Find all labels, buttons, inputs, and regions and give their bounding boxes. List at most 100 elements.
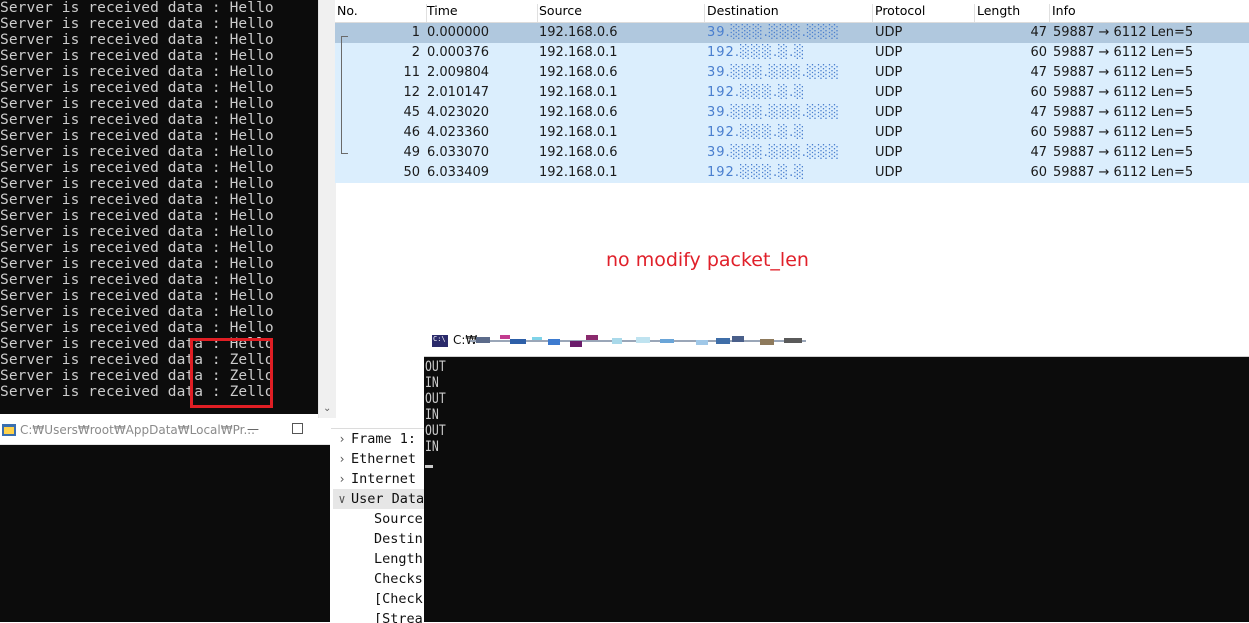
packet-cell-length: 60 [1030, 45, 1047, 60]
console3-body: OUT IN OUT IN OUT IN [424, 357, 1249, 622]
console-line-payload: Hello [229, 176, 274, 192]
console-line-prefix: Server is received data : [0, 304, 230, 320]
console-app-icon [2, 424, 16, 436]
packet-cell-time: 6.033409 [427, 165, 490, 180]
console-line-payload: Hello [229, 224, 274, 240]
detail-tree-item[interactable]: [Strea [374, 609, 424, 623]
chevron-right-icon[interactable]: › [333, 449, 351, 469]
console-line: Server is received data : Hello [0, 160, 318, 176]
console-line-prefix: Server is received data : [0, 48, 230, 64]
detail-tree-label: Frame 1: [351, 431, 417, 447]
packet-details-pane: › Frame 1: › Ethernet › Internet ∨ User Data Sou… [331, 428, 424, 623]
packet-row[interactable]: 45 4.023020 192.168.0.6 39.░░░.░░░.░░░ UDP 47… [335, 103, 1249, 123]
packet-cell-protocol: UDP [875, 65, 903, 80]
zello-highlight-box [190, 338, 273, 408]
detail-tree-item[interactable]: › Frame 1: [333, 429, 424, 449]
detail-tree-item[interactable]: › Internet [333, 469, 424, 489]
packet-cell-info: 59887 → 6112 Len=5 [1053, 105, 1194, 120]
packet-row[interactable]: 2 0.000376 192.168.0.1 192.░░░.░.░ UDP 60 5988… [335, 43, 1249, 63]
packet-cell-destination: 39.░░░.░░░.░░░ [707, 65, 840, 80]
detail-tree-item[interactable]: Checks [374, 569, 424, 589]
detail-tree-item[interactable]: ∨ User Data [333, 489, 424, 509]
detail-tree-label: Source [374, 511, 423, 527]
packet-cell-source: 192.168.0.6 [539, 25, 618, 40]
packet-cell-time: 2.009804 [427, 65, 490, 80]
packet-cell-info: 59887 → 6112 Len=5 [1053, 165, 1194, 180]
detail-tree-label: Destin [374, 531, 423, 547]
packet-row[interactable]: 49 6.033070 192.168.0.6 39.░░░.░░░.░░░ UDP 47… [335, 143, 1249, 163]
packet-cell-protocol: UDP [875, 105, 903, 120]
console-line-payload: Hello [229, 304, 274, 320]
packet-cell-length: 47 [1030, 65, 1047, 80]
console-line-prefix: Server is received data : [0, 208, 230, 224]
packet-cell-source: 192.168.0.1 [539, 125, 618, 140]
column-header-protocol[interactable]: Protocol [873, 4, 975, 22]
console-scrollbar[interactable]: ⌄ [318, 0, 336, 418]
console-line-payload: Hello [229, 112, 274, 128]
detail-tree-label: [Check [374, 591, 423, 607]
console-line-prefix: Server is received data : [0, 224, 230, 240]
packet-cell-source: 192.168.0.1 [539, 165, 618, 180]
packet-cell-info: 59887 → 6112 Len=5 [1053, 125, 1194, 140]
console-line-payload: Hello [229, 16, 274, 32]
console-line-prefix: Server is received data : [0, 144, 230, 160]
console-line: Server is received data : Hello [0, 32, 318, 48]
packet-cell-protocol: UDP [875, 145, 903, 160]
packet-cell-length: 60 [1030, 165, 1047, 180]
scroll-down-arrow-icon[interactable]: ⌄ [323, 403, 331, 414]
packet-cell-length: 60 [1030, 85, 1047, 100]
packet-cell-source: 192.168.0.6 [539, 105, 618, 120]
console-line-prefix: Server is received data : [0, 160, 230, 176]
console-line-payload: Hello [229, 272, 274, 288]
console3-titlebar[interactable]: C:₩ [424, 325, 1249, 357]
detail-tree-label: User Data [351, 491, 424, 507]
column-header-source[interactable]: Source [537, 4, 705, 22]
packet-row[interactable]: 11 2.009804 192.168.0.6 39.░░░.░░░.░░░ UDP 47… [335, 63, 1249, 83]
console2-titlebar[interactable]: C:₩Users₩root₩AppData₩Local₩Pr... — [0, 418, 330, 445]
column-header-length[interactable]: Length [975, 4, 1050, 22]
column-header-time[interactable]: Time [425, 4, 538, 22]
packet-row[interactable]: 12 2.010147 192.168.0.1 192.░░░.░.░ UDP 60 598… [335, 83, 1249, 103]
chevron-right-icon[interactable]: › [333, 429, 351, 449]
packet-row[interactable]: 1 0.000000 192.168.0.6 39.░░░.░░░.░░░ UDP 47 5… [335, 23, 1249, 43]
chevron-right-icon[interactable]: › [333, 469, 351, 489]
annotation-label: no modify packet_len [606, 249, 809, 271]
column-header-info[interactable]: Info [1050, 4, 1249, 22]
console-line-prefix: Server is received data : [0, 320, 230, 336]
console-line: Server is received data : Hello [0, 48, 318, 64]
packet-row[interactable]: 50 6.033409 192.168.0.1 192.░░░.░.░ UDP 60 598… [335, 163, 1249, 183]
detail-tree-item[interactable]: Source [374, 509, 424, 529]
console-line: Server is received data : Hello [0, 112, 318, 128]
console-line-prefix: Server is received data : [0, 96, 230, 112]
conversation-bracket-icon [341, 36, 349, 154]
column-header-no[interactable]: No. [335, 4, 427, 22]
detail-tree-item[interactable]: › Ethernet [333, 449, 424, 469]
packet-cell-length: 47 [1030, 145, 1047, 160]
packet-cell-info: 59887 → 6112 Len=5 [1053, 65, 1194, 80]
console-line-prefix: Server is received data : [0, 240, 230, 256]
console-line-payload: Hello [229, 144, 274, 160]
console-line: Server is received data : Hello [0, 304, 318, 320]
packet-cell-info: 59887 → 6112 Len=5 [1053, 45, 1194, 60]
column-header-destination[interactable]: Destination [705, 4, 873, 22]
console-line-prefix: Server is received data : [0, 16, 230, 32]
console-line: Server is received data : Hello [0, 272, 318, 288]
console-line: Server is received data : Hello [0, 240, 318, 256]
console3-line: IN [425, 375, 439, 391]
packet-cell-length: 60 [1030, 125, 1047, 140]
chevron-down-icon[interactable]: ∨ [333, 489, 351, 509]
packet-cell-source: 192.168.0.1 [539, 85, 618, 100]
detail-tree-item[interactable]: [Check [374, 589, 424, 609]
packet-cell-time: 0.000000 [427, 25, 490, 40]
detail-tree-item[interactable]: Destin [374, 529, 424, 549]
console-line: Server is received data : Hello [0, 96, 318, 112]
detail-tree-label: Ethernet [351, 451, 417, 467]
console-line-payload: Hello [229, 128, 274, 144]
minimize-icon[interactable]: — [247, 422, 259, 436]
packet-cell-time: 4.023360 [427, 125, 490, 140]
detail-tree-item[interactable]: Length [374, 549, 424, 569]
console3-lines: OUT IN OUT IN OUT IN [425, 359, 450, 455]
console2-title: C:₩Users₩root₩AppData₩Local₩Pr... [20, 423, 255, 437]
maximize-icon[interactable] [292, 423, 303, 434]
packet-row[interactable]: 46 4.023360 192.168.0.1 192.░░░.░.░ UDP 60 598… [335, 123, 1249, 143]
